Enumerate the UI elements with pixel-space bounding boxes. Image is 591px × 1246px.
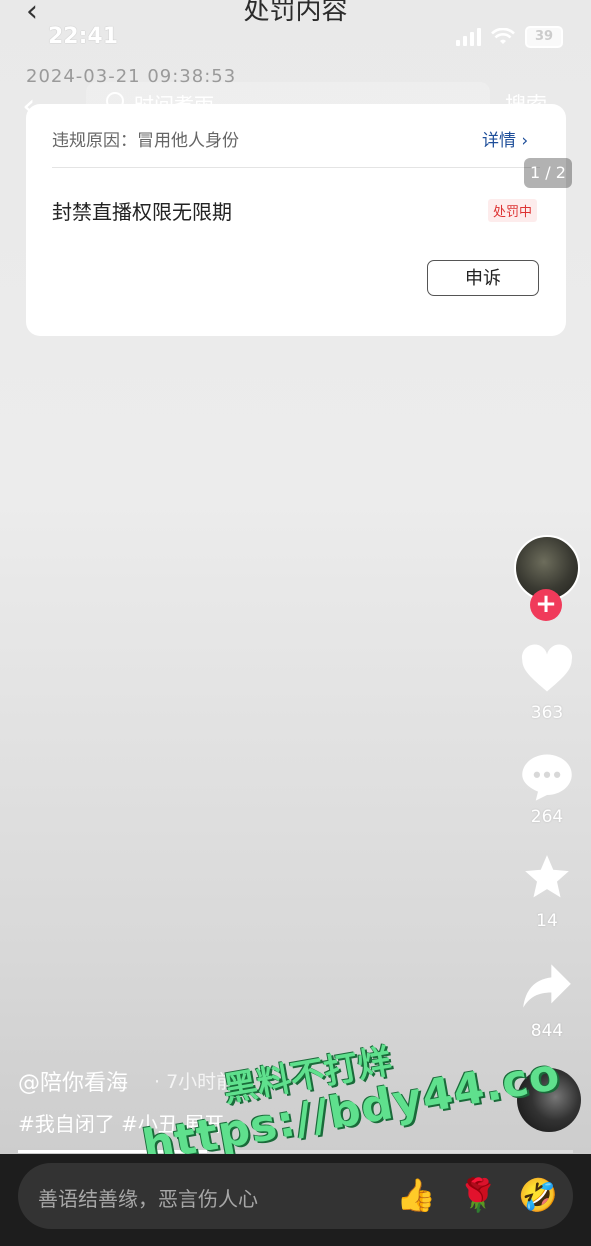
share-count: 844 bbox=[530, 1021, 564, 1041]
battery-icon: 39 bbox=[525, 26, 563, 48]
share-arrow-icon[interactable] bbox=[520, 962, 574, 1014]
status-time: 22:41 bbox=[48, 24, 119, 49]
comment-bubble-icon[interactable] bbox=[520, 752, 574, 806]
card-divider bbox=[52, 167, 540, 168]
appeal-button[interactable]: 申诉 bbox=[427, 260, 539, 296]
signal-icon bbox=[456, 28, 481, 46]
background-page-title: 处罚内容 bbox=[243, 0, 348, 26]
favorite-count: 14 bbox=[536, 911, 558, 931]
status-icons: 39 bbox=[456, 26, 563, 48]
image-pager: 1 / 2 bbox=[524, 158, 572, 188]
like-count: 363 bbox=[530, 703, 564, 723]
star-icon[interactable] bbox=[520, 852, 574, 906]
comment-count: 264 bbox=[530, 807, 564, 827]
thumbs-up-emoji-icon[interactable]: 👍 bbox=[396, 1176, 436, 1214]
author-name[interactable]: @陪你看海 bbox=[18, 1065, 128, 1097]
rose-emoji-icon[interactable]: 🌹 bbox=[458, 1176, 498, 1214]
heart-icon[interactable] bbox=[520, 644, 574, 698]
follow-plus-icon[interactable]: + bbox=[530, 589, 562, 621]
detail-link[interactable]: 详情 › bbox=[482, 126, 528, 151]
wifi-icon bbox=[491, 28, 515, 44]
status-badge: 处罚中 bbox=[488, 199, 538, 222]
comment-placeholder: 善语结善缘，恶言伤人心 bbox=[38, 1187, 258, 1211]
penalty-description: 封禁直播权限无限期 bbox=[52, 200, 232, 224]
violation-reason: 违规原因：冒用他人身份 bbox=[52, 131, 239, 151]
laughing-emoji-icon[interactable]: 🤣 bbox=[518, 1176, 558, 1214]
